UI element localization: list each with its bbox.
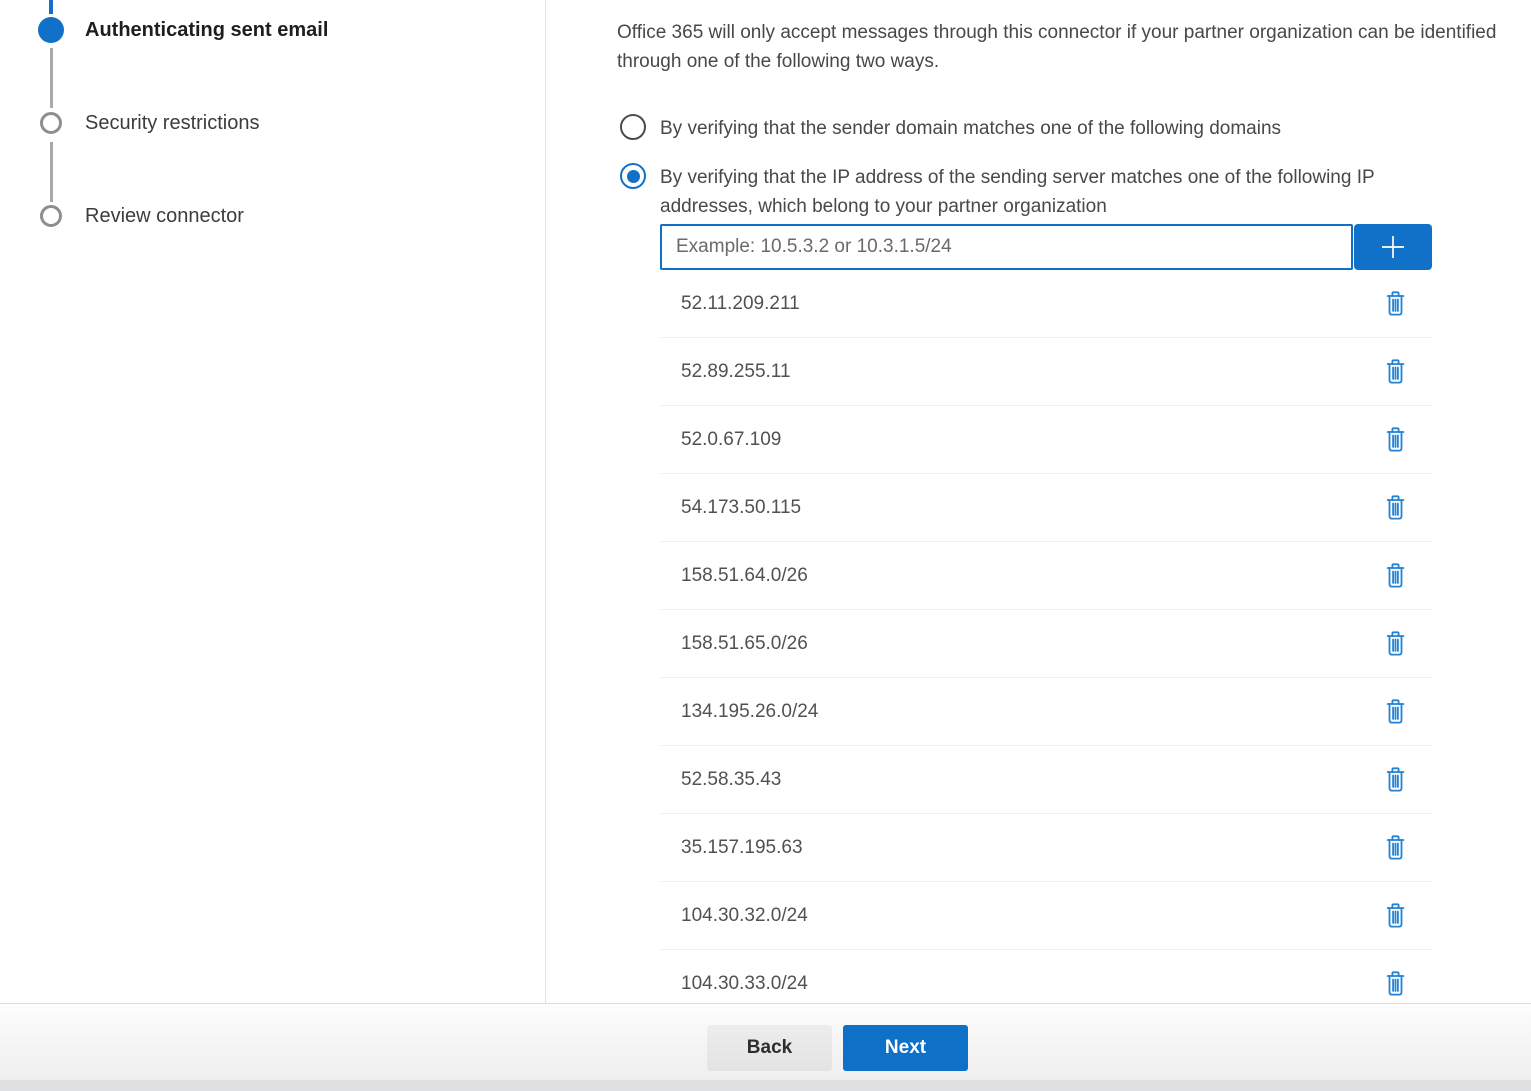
ip-list-item: 35.157.195.63 [660,814,1432,882]
ip-address-input[interactable] [660,224,1353,270]
trash-icon [1385,766,1406,793]
delete-ip-button[interactable] [1385,290,1406,317]
trash-icon [1385,494,1406,521]
ip-address: 52.11.209.211 [681,293,800,315]
radio-dot [627,170,640,183]
stepper-connector-top [49,0,53,14]
ip-list-item: 52.89.255.11 [660,338,1432,406]
ip-address: 104.30.33.0/24 [681,973,808,995]
step-security-restrictions: Security restrictions [85,110,260,136]
step-upcoming-circle-icon [40,205,62,227]
ip-list-item: 54.173.50.115 [660,474,1432,542]
ip-address: 158.51.65.0/26 [681,633,808,655]
ip-address: 134.195.26.0/24 [681,701,818,723]
intro-text: Office 365 will only accept messages thr… [617,18,1529,76]
wizard-footer: Back Next [0,1003,1531,1091]
stepper-connector [50,142,53,202]
back-button[interactable]: Back [707,1025,832,1071]
trash-icon [1385,970,1406,997]
ip-address: 52.89.255.11 [681,361,791,383]
trash-icon [1385,630,1406,657]
ip-list-item: 158.51.64.0/26 [660,542,1432,610]
ip-list-item: 52.11.209.211 [660,270,1432,338]
ip-list-item: 104.30.32.0/24 [660,882,1432,950]
trash-icon [1385,426,1406,453]
radio-unselected-icon[interactable] [620,114,646,140]
wizard-stepper-sidebar: Authenticating sent email Security restr… [0,0,546,1003]
delete-ip-button[interactable] [1385,766,1406,793]
option-ip-address-label[interactable]: By verifying that the IP address of the … [660,163,1460,221]
ip-address: 104.30.32.0/24 [681,905,808,927]
ip-address: 158.51.64.0/26 [681,565,808,587]
step-current-dot-icon [38,17,64,43]
ip-address: 54.173.50.115 [681,497,801,519]
delete-ip-button[interactable] [1385,630,1406,657]
ip-address: 52.58.35.43 [681,769,781,791]
delete-ip-button[interactable] [1385,970,1406,997]
bottom-edge-bar [0,1080,1531,1091]
ip-address: 52.0.67.109 [681,429,781,451]
delete-ip-button[interactable] [1385,426,1406,453]
trash-icon [1385,834,1406,861]
ip-list-item: 158.51.65.0/26 [660,610,1432,678]
stepper-connector [50,48,53,108]
next-button[interactable]: Next [843,1025,968,1071]
main-panel: Office 365 will only accept messages thr… [617,18,1531,1006]
delete-ip-button[interactable] [1385,494,1406,521]
delete-ip-button[interactable] [1385,358,1406,385]
radio-selected-icon[interactable] [620,163,646,189]
step-upcoming-circle-icon [40,112,62,134]
ip-list: 52.11.209.211 52.89.255.11 [660,270,1432,1006]
option-sender-domain[interactable]: By verifying that the sender domain matc… [620,114,1531,143]
ip-entry-section: 52.11.209.211 52.89.255.11 [660,224,1432,1006]
trash-icon [1385,290,1406,317]
trash-icon [1385,698,1406,725]
delete-ip-button[interactable] [1385,902,1406,929]
ip-list-item: 134.195.26.0/24 [660,678,1432,746]
ip-list-item: 52.0.67.109 [660,406,1432,474]
step-authenticating-sent-email: Authenticating sent email [85,17,328,43]
plus-icon [1378,232,1408,262]
delete-ip-button[interactable] [1385,834,1406,861]
trash-icon [1385,902,1406,929]
option-sender-domain-label[interactable]: By verifying that the sender domain matc… [660,114,1281,143]
step-review-connector: Review connector [85,203,244,229]
option-ip-address[interactable]: By verifying that the IP address of the … [620,163,1531,221]
trash-icon [1385,562,1406,589]
delete-ip-button[interactable] [1385,562,1406,589]
add-ip-button[interactable] [1354,224,1432,270]
delete-ip-button[interactable] [1385,698,1406,725]
ip-list-item: 104.30.33.0/24 [660,950,1432,1006]
trash-icon [1385,358,1406,385]
ip-list-item: 52.58.35.43 [660,746,1432,814]
ip-address: 35.157.195.63 [681,837,803,859]
